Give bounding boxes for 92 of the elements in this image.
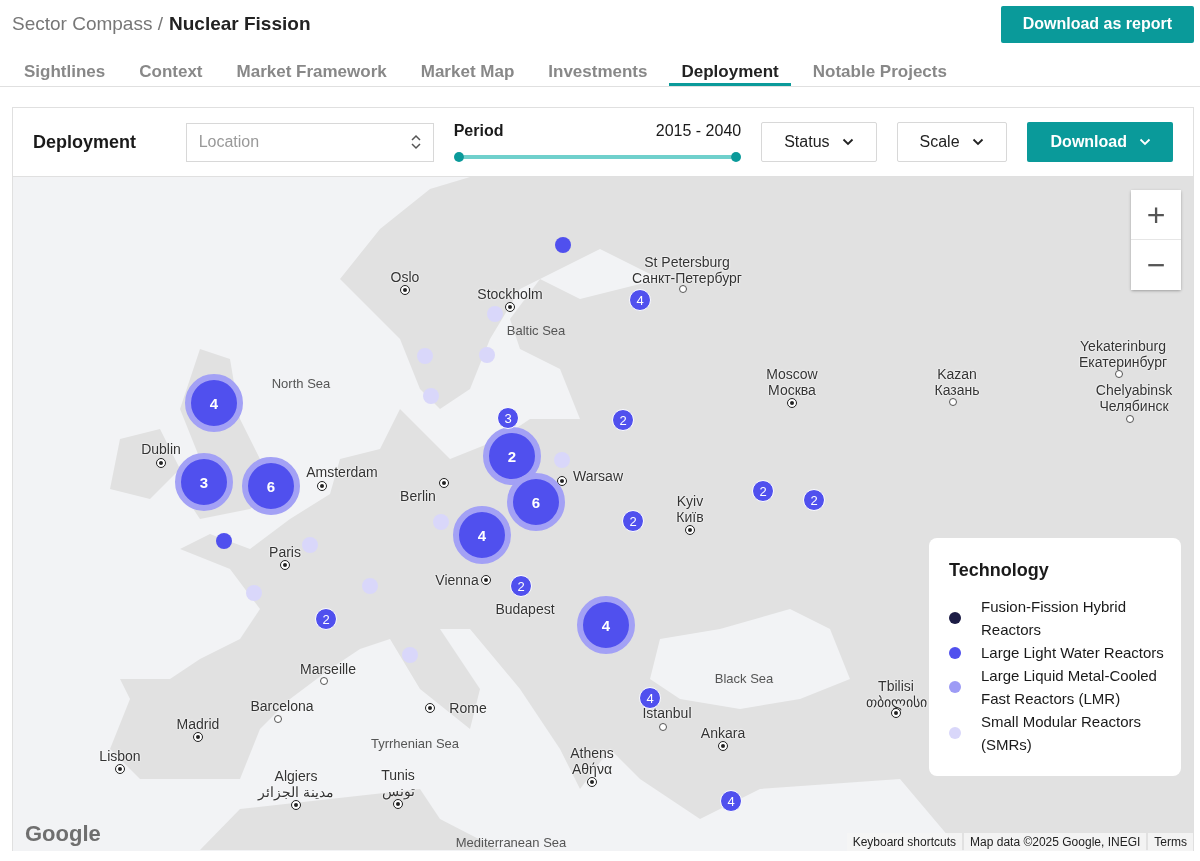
city-dot-icon bbox=[892, 709, 900, 717]
city-label: Kazan Казань bbox=[934, 366, 980, 398]
sea-label: Mediterranean Sea bbox=[455, 835, 567, 850]
city-label: Budapest bbox=[495, 601, 555, 617]
tab[interactable]: Market Framework bbox=[224, 58, 399, 86]
city-dot-icon bbox=[788, 399, 796, 407]
sea-label: Black Sea bbox=[714, 671, 774, 686]
city-label: St Petersburg Санкт-Петербург bbox=[632, 254, 742, 286]
city-label: Vienna bbox=[435, 572, 479, 588]
sea-label: North Sea bbox=[271, 376, 331, 391]
sea-label: Tyrrhenian Sea bbox=[370, 736, 460, 751]
map-logo: Google bbox=[25, 821, 101, 847]
city-label: Paris bbox=[269, 544, 301, 560]
legend-label: Large Liquid Metal-Cooled Fast Reactors (LMR) bbox=[981, 666, 1158, 709]
attribution-link[interactable]: Map data ©2025 Google, INEGI bbox=[964, 833, 1147, 851]
city-dot-icon bbox=[274, 715, 282, 723]
dropdown-button[interactable]: Download bbox=[1026, 122, 1173, 162]
tab[interactable]: Market Map bbox=[408, 58, 527, 86]
location-marker[interactable] bbox=[423, 388, 439, 404]
city-label: Athens Αθήνα bbox=[570, 745, 614, 777]
slider-handle[interactable] bbox=[453, 152, 464, 162]
zoom-out-button[interactable]: − bbox=[1131, 240, 1181, 290]
city-label: Amsterdam bbox=[306, 464, 378, 480]
city-label: Barcelona bbox=[250, 698, 314, 714]
city-dot-icon bbox=[194, 733, 202, 741]
attribution-link[interactable]: Terms bbox=[1148, 833, 1193, 851]
city-dot-icon bbox=[679, 285, 687, 293]
location-marker[interactable] bbox=[479, 347, 495, 363]
breadcrumb-link[interactable]: Sector Compass / bbox=[12, 13, 163, 35]
city-label: Tbilisi თბილისი bbox=[865, 678, 927, 710]
tab[interactable]: Notable Projects bbox=[800, 58, 959, 86]
city-dot-icon bbox=[426, 704, 434, 712]
city-label: Oslo bbox=[390, 269, 420, 285]
location-select[interactable]: Location bbox=[185, 122, 434, 162]
legend-label: Small Modular Reactors (SMRs) bbox=[981, 712, 1143, 755]
legend-label: Large Light Water Reactors bbox=[981, 643, 1164, 663]
chevron-down-icon bbox=[1139, 138, 1151, 146]
location-marker[interactable] bbox=[246, 585, 262, 601]
city-dot-icon bbox=[949, 398, 957, 406]
tab[interactable]: Investments bbox=[536, 58, 660, 86]
city-dot-icon bbox=[482, 576, 490, 584]
city-label: Ankara bbox=[700, 725, 746, 741]
dropdown-button[interactable]: Status bbox=[761, 122, 877, 162]
city-dot-icon bbox=[318, 482, 326, 490]
city-label: Madrid bbox=[176, 716, 220, 732]
period-range: 2015 - 2040 bbox=[655, 122, 742, 140]
city-dot-icon bbox=[659, 723, 667, 731]
legend-label: Fusion-Fission Hybrid Reactors bbox=[981, 597, 1128, 640]
location-marker[interactable] bbox=[216, 533, 232, 549]
city-dot-icon bbox=[320, 677, 328, 685]
city-label: Kyiv Київ bbox=[676, 493, 704, 525]
city-dot-icon bbox=[292, 801, 300, 809]
city-label: Yekaterinburg Екатеринбург bbox=[1078, 338, 1168, 370]
cluster-marker[interactable]: 3 bbox=[175, 453, 233, 511]
city-dot-icon bbox=[588, 778, 596, 786]
city-label: Berlin bbox=[400, 488, 436, 504]
page-title: Nuclear Fission bbox=[169, 13, 311, 35]
download-report-button[interactable]: Download as report bbox=[1000, 5, 1194, 43]
city-dot-icon bbox=[401, 286, 409, 294]
city-label: Marseille bbox=[300, 661, 356, 677]
slider-handle[interactable] bbox=[731, 152, 742, 162]
city-dot-icon bbox=[719, 742, 727, 750]
sea-label: Baltic Sea bbox=[506, 323, 566, 338]
tab[interactable]: Context bbox=[127, 58, 215, 86]
tab[interactable]: Sightlines bbox=[12, 58, 118, 86]
cluster-marker[interactable]: 3 bbox=[497, 407, 519, 429]
legend-title: Technology bbox=[949, 560, 1050, 581]
city-label: Moscow Москва bbox=[766, 366, 818, 398]
tab[interactable]: Deployment bbox=[669, 58, 791, 86]
city-label: Rome bbox=[449, 700, 487, 716]
city-dot-icon bbox=[157, 459, 165, 467]
panel-title: Deployment bbox=[33, 131, 138, 153]
period-label: Period bbox=[453, 122, 504, 140]
city-dot-icon bbox=[1126, 415, 1134, 423]
chevron-down-icon bbox=[971, 138, 984, 146]
zoom-in-button[interactable]: + bbox=[1131, 190, 1181, 240]
chevron-down-icon bbox=[841, 138, 854, 146]
city-label: Stockholm bbox=[477, 286, 543, 302]
city-dot-icon bbox=[686, 526, 694, 534]
city-dot-icon bbox=[394, 800, 402, 808]
city-dot-icon bbox=[440, 479, 448, 487]
city-label: Chelyabinsk Челябинск bbox=[1095, 382, 1173, 414]
city-dot-icon bbox=[506, 303, 514, 311]
city-dot-icon bbox=[1115, 370, 1123, 378]
city-label: Lisbon bbox=[99, 748, 141, 764]
location-input[interactable]: Location bbox=[196, 132, 411, 152]
dropdown-button[interactable]: Scale bbox=[896, 122, 1007, 162]
chevron-updown-icon bbox=[410, 134, 421, 150]
city-dot-icon bbox=[116, 765, 124, 773]
cluster-marker[interactable]: 6 bbox=[242, 457, 300, 515]
city-label: Warsaw bbox=[573, 468, 623, 484]
city-dot-icon bbox=[281, 561, 289, 569]
